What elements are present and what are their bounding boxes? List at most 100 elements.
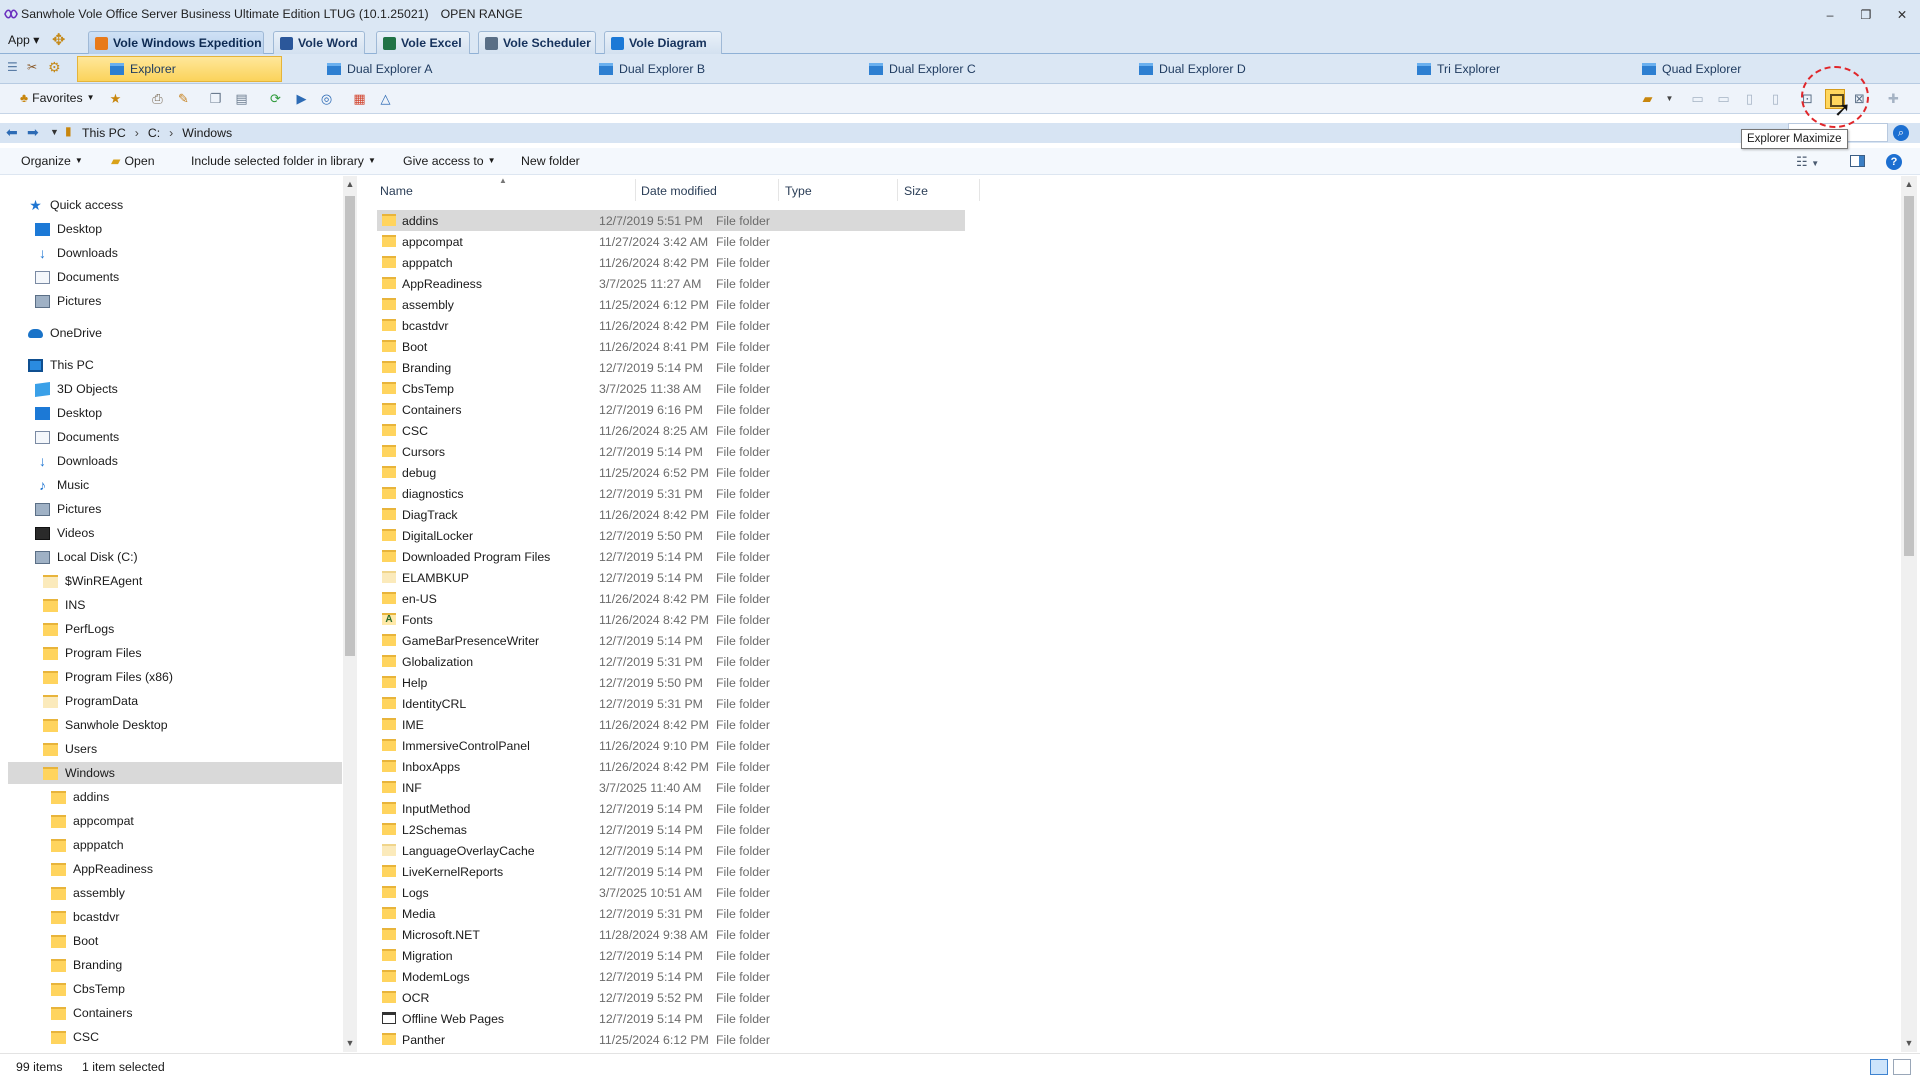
app-menu-button[interactable]: App ▾ [8,33,39,47]
file-row[interactable]: DigitalLocker 12/7/2019 5:50 PM File folde… [377,525,965,546]
tree-local-disk[interactable]: Local Disk (C:) [35,546,138,568]
file-row[interactable]: CSC 11/26/2024 8:25 AM File folder [377,420,965,441]
navigation-scrollbar[interactable]: ▲ ▼ [343,176,357,1052]
file-row[interactable]: Globalization 12/7/2019 5:31 PM File folde… [377,651,965,672]
file-row[interactable]: Offline Web Pages 12/7/2019 5:14 PM File f… [377,1008,965,1029]
file-row[interactable]: IME 11/26/2024 8:42 PM File folder [377,714,965,735]
tree-music[interactable]: ♪ Music [35,474,89,496]
file-row[interactable]: ModemLogs 12/7/2019 5:14 PM File folder [377,966,965,987]
layout-options-icon[interactable]: ⚙ [48,59,61,76]
scroll-up-icon[interactable]: ▲ [343,179,357,189]
play-icon[interactable]: ▶ [294,91,309,106]
file-row[interactable]: OCR 12/7/2019 5:52 PM File folder [377,987,965,1008]
stop-icon[interactable]: ◎ [319,91,334,106]
scroll-up-icon[interactable]: ▲ [1901,179,1917,189]
file-row[interactable]: L2Schemas 12/7/2019 5:14 PM File folder [377,819,965,840]
file-row[interactable]: assembly 11/25/2024 6:12 PM File folder [377,294,965,315]
file-row[interactable]: Downloaded Program Files 12/7/2019 5:14 P… [377,546,965,567]
explorer-restore-icon[interactable]: ⊡ [1800,91,1815,106]
file-row[interactable]: AppReadiness 3/7/2025 11:27 AM File folder [377,273,965,294]
back-arrow-icon[interactable]: ⬅ [6,124,18,141]
help-icon[interactable]: ? [1886,154,1902,170]
suite-tab-vole-scheduler[interactable]: Vole Scheduler [478,31,596,54]
favorites-button[interactable]: ♣ Favorites ▼ [20,91,95,105]
file-row[interactable]: debug 11/25/2024 6:52 PM File folder [377,462,965,483]
tree-subfolder[interactable]: Containers [51,1002,132,1024]
view-tab-dual-explorer-c[interactable]: Dual Explorer C [869,56,976,82]
large-icons-view-icon[interactable] [1893,1059,1911,1075]
tree-desktop[interactable]: Desktop [35,402,102,424]
column-name[interactable]: Name [380,184,413,198]
file-row[interactable]: GameBarPresenceWriter 12/7/2019 5:14 PM Fi… [377,630,965,651]
file-list-scrollbar[interactable]: ▲ ▼ [1901,176,1917,1052]
forward-arrow-icon[interactable]: ➡ [27,124,39,141]
scrollbar-thumb[interactable] [345,196,355,656]
file-row[interactable]: Migration 12/7/2019 5:14 PM File folder [377,945,965,966]
tree-windows-selected[interactable]: Windows [8,762,342,784]
suite-tab-vole-excel[interactable]: Vole Excel [376,31,470,54]
tree-documents[interactable]: Documents [35,426,119,448]
search-icon[interactable]: ⌕ [1893,125,1909,141]
breadcrumb[interactable]: This PC › C: › Windows [82,126,232,140]
column-size[interactable]: Size [904,184,928,198]
file-row[interactable]: Branding 12/7/2019 5:14 PM File folder [377,357,965,378]
open-button[interactable]: ▰ Open [111,154,155,168]
file-row[interactable]: addins 12/7/2019 5:51 PM File folder [377,210,965,231]
tree-3d-objects[interactable]: 3D Objects [35,378,118,400]
details-view-icon[interactable] [1870,1059,1888,1075]
file-row[interactable]: apppatch 11/26/2024 8:42 PM File folder [377,252,965,273]
tree-subfolder[interactable]: CbsTemp [51,978,125,1000]
tree-folder[interactable]: INS [43,594,86,616]
file-row[interactable]: Boot 11/26/2024 8:41 PM File folder [377,336,965,357]
column-date-modified[interactable]: Date modified [641,184,717,198]
file-row[interactable]: appcompat 11/27/2024 3:42 AM File folder [377,231,965,252]
tree-folder[interactable]: Program Files [43,642,142,664]
tools-icon[interactable]: ✂ [27,60,37,74]
column-divider[interactable] [979,179,980,201]
tree-folder[interactable]: Sanwhole Desktop [43,714,168,736]
tree-downloads[interactable]: ↓ Downloads [35,450,118,472]
breadcrumb-windows[interactable]: Windows [182,126,232,140]
scrollbar-thumb[interactable] [1904,196,1914,556]
tree-quick-downloads[interactable]: ↓Downloads📌 [35,242,342,264]
tree-onedrive[interactable]: OneDrive [28,322,102,344]
tree-subfolder[interactable]: Boot [51,930,98,952]
breadcrumb-this-pc[interactable]: This PC [82,126,126,140]
scroll-down-icon[interactable]: ▼ [343,1038,357,1048]
triangle-icon[interactable]: △ [378,91,393,106]
column-divider[interactable] [778,179,779,201]
column-divider[interactable] [897,179,898,201]
file-row[interactable]: en-US 11/26/2024 8:42 PM File folder [377,588,965,609]
layout-2-icon[interactable]: ▭ [1716,91,1731,106]
layout-1-icon[interactable]: ▭ [1690,91,1705,106]
layout-3-icon[interactable]: ▯ [1742,91,1757,106]
file-row[interactable]: A Fonts 11/26/2024 8:42 PM File folder [377,609,965,630]
file-row[interactable]: LiveKernelReports 12/7/2019 5:14 PM File f… [377,861,965,882]
tree-subfolder[interactable]: CSC [51,1026,99,1048]
change-view-icon[interactable]: ☷ ▼ [1796,154,1819,170]
file-row[interactable]: IdentityCRL 12/7/2019 5:31 PM File folder [377,693,965,714]
file-row[interactable]: Help 12/7/2019 5:50 PM File folder [377,672,965,693]
file-row[interactable]: ELAMBKUP 12/7/2019 5:14 PM File folder [377,567,965,588]
paste-icon[interactable]: ▤ [234,91,249,106]
navigation-compass-icon[interactable]: ✥ [52,32,65,50]
tree-subfolder[interactable]: Branding [51,954,122,976]
file-row[interactable]: InboxApps 11/26/2024 8:42 PM File folder [377,756,965,777]
chevron-down-icon[interactable]: ▼ [1662,91,1677,106]
scroll-down-icon[interactable]: ▼ [1901,1038,1917,1048]
view-tab-dual-explorer-a[interactable]: Dual Explorer A [327,56,432,82]
file-row[interactable]: DiagTrack 11/26/2024 8:42 PM File folder [377,504,965,525]
column-type[interactable]: Type [785,184,812,198]
file-row[interactable]: ImmersiveControlPanel 11/26/2024 9:10 PM F… [377,735,965,756]
minimize-button[interactable]: – [1812,0,1848,30]
tree-folder[interactable]: PerfLogs [43,618,114,640]
grid-view-icon[interactable]: ▦ [352,91,367,106]
file-row[interactable]: Panther 11/25/2024 6:12 PM File folder [377,1029,965,1050]
recent-locations-chevron-icon[interactable]: ▼ [50,127,59,137]
tree-quick-access[interactable]: ★ Quick access [28,194,123,216]
view-tab-dual-explorer-b[interactable]: Dual Explorer B [599,56,705,82]
suite-tab-vole-diagram[interactable]: Vole Diagram [604,31,722,54]
organize-button[interactable]: Organize ▼ [21,154,83,168]
tree-subfolder[interactable]: AppReadiness [51,858,153,880]
tree-subfolder[interactable]: appcompat [51,810,134,832]
